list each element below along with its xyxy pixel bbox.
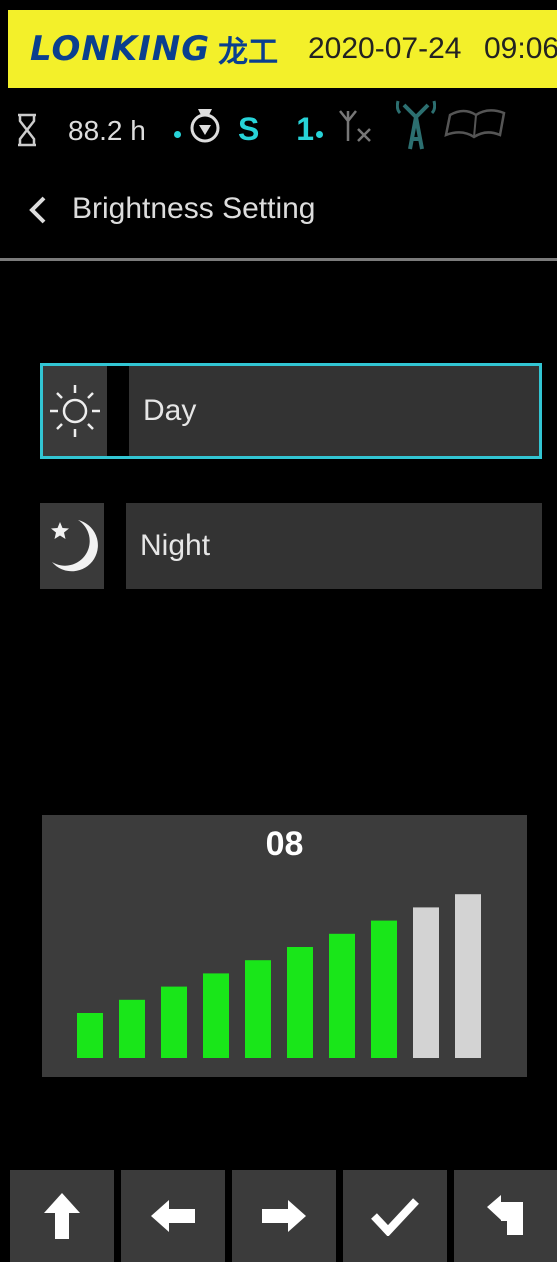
return-button[interactable] — [454, 1170, 557, 1262]
status-dot — [174, 131, 181, 138]
gear-shift-icon — [190, 109, 220, 143]
brightness-level-panel[interactable]: 08 — [42, 815, 527, 1077]
engine-hours: 88.2 h — [68, 115, 146, 146]
page-title: Brightness Setting — [72, 192, 316, 225]
brightness-bar-active — [329, 933, 355, 1058]
status-dot — [316, 131, 323, 138]
manual-book-icon — [444, 109, 506, 139]
brightness-bar-active — [161, 986, 187, 1058]
confirm-check-icon — [371, 1198, 419, 1236]
brightness-bar-inactive — [455, 894, 481, 1058]
option-spacer — [104, 500, 126, 592]
antenna-off-icon — [339, 110, 371, 142]
brightness-bar-active — [203, 973, 229, 1058]
option-night[interactable]: Night — [40, 500, 542, 592]
bottom-toolbar — [0, 1170, 557, 1262]
signal-tower-icon — [396, 100, 436, 150]
option-icon-box — [43, 366, 107, 456]
brand-logo: LONKING 龙工 — [30, 27, 278, 71]
header-divider — [0, 258, 557, 261]
right-arrow-icon — [262, 1200, 306, 1232]
logo-chinese-text: 龙工 — [218, 35, 279, 70]
left-button[interactable] — [121, 1170, 225, 1262]
up-button[interactable] — [10, 1170, 114, 1262]
confirm-button[interactable] — [343, 1170, 447, 1262]
option-spacer — [107, 366, 129, 456]
option-label-day: Day — [129, 366, 539, 456]
brightness-bar-active — [119, 999, 145, 1058]
sun-icon — [50, 385, 100, 437]
brightness-bar-active — [245, 960, 271, 1058]
option-day[interactable]: Day — [40, 363, 542, 459]
moon-icon — [51, 520, 98, 572]
header-date: 2020-07-24 — [308, 32, 462, 65]
option-label-night: Night — [126, 503, 542, 589]
up-arrow-icon — [44, 1193, 80, 1239]
brightness-bar-inactive — [413, 907, 439, 1058]
gear-indicator: S 1 — [238, 111, 329, 147]
top-header-bar: LONKING 龙工 2020-07-24 09:06 — [8, 10, 557, 88]
hourglass-icon — [18, 113, 36, 147]
left-arrow-icon — [151, 1200, 195, 1232]
logo-text: LONKING — [30, 29, 211, 69]
right-button[interactable] — [232, 1170, 336, 1262]
header-time: 09:06 — [484, 32, 557, 65]
page-header: Brightness Setting — [0, 180, 557, 250]
brightness-bar-active — [371, 920, 397, 1058]
brightness-bar-active — [77, 1013, 103, 1058]
back-chevron-icon[interactable] — [26, 192, 50, 228]
option-icon-box — [40, 503, 104, 589]
brightness-bars — [77, 894, 481, 1058]
status-bar: 88.2 h S 1 — [0, 95, 557, 165]
return-icon — [487, 1195, 523, 1235]
brightness-bar-active — [287, 947, 313, 1058]
